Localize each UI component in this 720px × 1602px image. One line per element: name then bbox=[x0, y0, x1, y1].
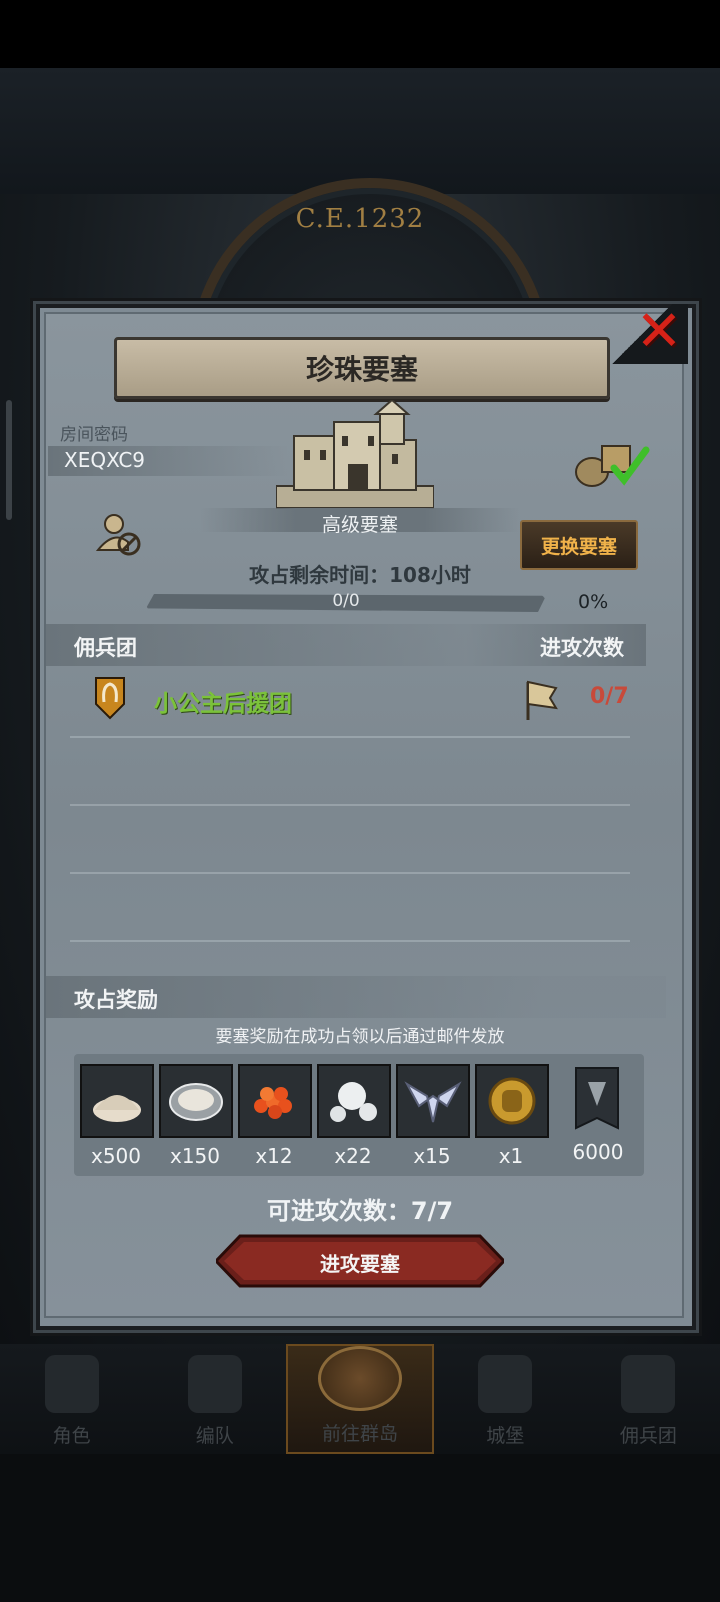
castle-icon bbox=[478, 1355, 533, 1413]
nav-item-formation[interactable]: 编队 bbox=[143, 1344, 286, 1454]
room-code[interactable]: XEQXC9 bbox=[64, 448, 145, 472]
knight-medal-icon bbox=[488, 1077, 536, 1125]
guild-attack-count: 0/7 bbox=[590, 684, 629, 709]
reward-item[interactable]: x1 bbox=[475, 1064, 549, 1168]
reward-qty: x150 bbox=[169, 1144, 220, 1168]
occupation-timer: 攻占剩余时间：108小时 bbox=[249, 563, 471, 587]
fort-type: 高级要塞 bbox=[321, 514, 398, 536]
attack-count-header: 进攻次数 bbox=[540, 636, 624, 660]
fortress-castle-icon bbox=[276, 400, 434, 509]
nav-label: 佣兵团 bbox=[619, 1425, 677, 1447]
remaining-attempts: 可进攻次数：7/7 bbox=[266, 1197, 454, 1225]
winged-emblem-icon bbox=[404, 1081, 462, 1123]
nav-label: 角色 bbox=[52, 1425, 91, 1447]
nav-item-castle[interactable]: 城堡 bbox=[434, 1344, 577, 1454]
mercenary-header-label: 佣兵团 bbox=[74, 636, 137, 660]
row-divider bbox=[70, 804, 630, 806]
reward-note: 要塞奖励在成功占领以后通过邮件发放 bbox=[215, 1027, 505, 1047]
reward-qty: 6000 bbox=[572, 1140, 624, 1164]
attack-button-label: 进攻要塞 bbox=[320, 1252, 400, 1276]
guild-name[interactable]: 小公主后援团 bbox=[154, 684, 292, 718]
row-divider bbox=[70, 872, 630, 874]
reward-header-label: 攻占奖励 bbox=[74, 988, 158, 1012]
reward-item[interactable]: x12 bbox=[238, 1064, 312, 1168]
reward-item[interactable]: x150 bbox=[159, 1064, 233, 1168]
nav-item-islands[interactable]: 前往群岛 bbox=[286, 1344, 434, 1454]
row-divider bbox=[70, 736, 630, 738]
reward-item[interactable]: x22 bbox=[317, 1064, 391, 1168]
progress-percent: 0% bbox=[578, 591, 609, 613]
gesture-area bbox=[0, 1454, 720, 1602]
guild-banner-icon bbox=[575, 1067, 619, 1130]
dialog-title: 珍珠要塞 bbox=[305, 353, 418, 386]
fish-roe-icon bbox=[254, 1087, 292, 1119]
nav-label: 编队 bbox=[195, 1425, 234, 1447]
knight-helmet-icon bbox=[187, 1355, 242, 1413]
reward-qty: x12 bbox=[255, 1144, 293, 1168]
user-blocked-icon[interactable] bbox=[96, 512, 142, 558]
bottom-nav: 角色 编队 前往群岛 城堡 佣兵团 bbox=[0, 1344, 720, 1454]
title-banner: 珍珠要塞 bbox=[114, 337, 610, 399]
row-divider bbox=[70, 940, 630, 942]
guild-shield-icon bbox=[95, 677, 125, 720]
salt-pile-icon bbox=[93, 1095, 141, 1122]
flag-icon bbox=[526, 680, 558, 720]
reward-qty: x15 bbox=[413, 1144, 451, 1168]
reward-item[interactable]: x15 bbox=[396, 1064, 470, 1168]
reward-item[interactable]: x500 bbox=[80, 1064, 154, 1168]
nav-item-guild[interactable]: 佣兵团 bbox=[577, 1344, 720, 1454]
reward-item[interactable]: 6000 bbox=[562, 1064, 634, 1164]
reward-qty: x22 bbox=[334, 1144, 372, 1168]
resource-bags-check-icon[interactable] bbox=[574, 440, 652, 488]
nav-label: 城堡 bbox=[486, 1425, 525, 1447]
room-code-label: 房间密码 bbox=[60, 425, 128, 445]
guild-ship-icon bbox=[621, 1355, 676, 1413]
pearls-icon bbox=[330, 1082, 377, 1122]
reward-qty: x1 bbox=[498, 1144, 524, 1168]
character-icon bbox=[44, 1355, 99, 1413]
progress-value: 0/0 bbox=[332, 591, 360, 611]
side-scroll-indicator bbox=[6, 400, 12, 520]
status-bar bbox=[0, 0, 720, 68]
compass-map-icon bbox=[318, 1346, 402, 1411]
reward-qty: x500 bbox=[90, 1144, 141, 1168]
oyster-icon bbox=[169, 1083, 223, 1121]
close-button[interactable]: ✕ bbox=[630, 304, 688, 362]
nav-label: 前往群岛 bbox=[322, 1423, 399, 1445]
header-band bbox=[0, 68, 720, 194]
era-label: C.E.1232 bbox=[295, 204, 425, 234]
nav-item-character[interactable]: 角色 bbox=[0, 1344, 143, 1454]
